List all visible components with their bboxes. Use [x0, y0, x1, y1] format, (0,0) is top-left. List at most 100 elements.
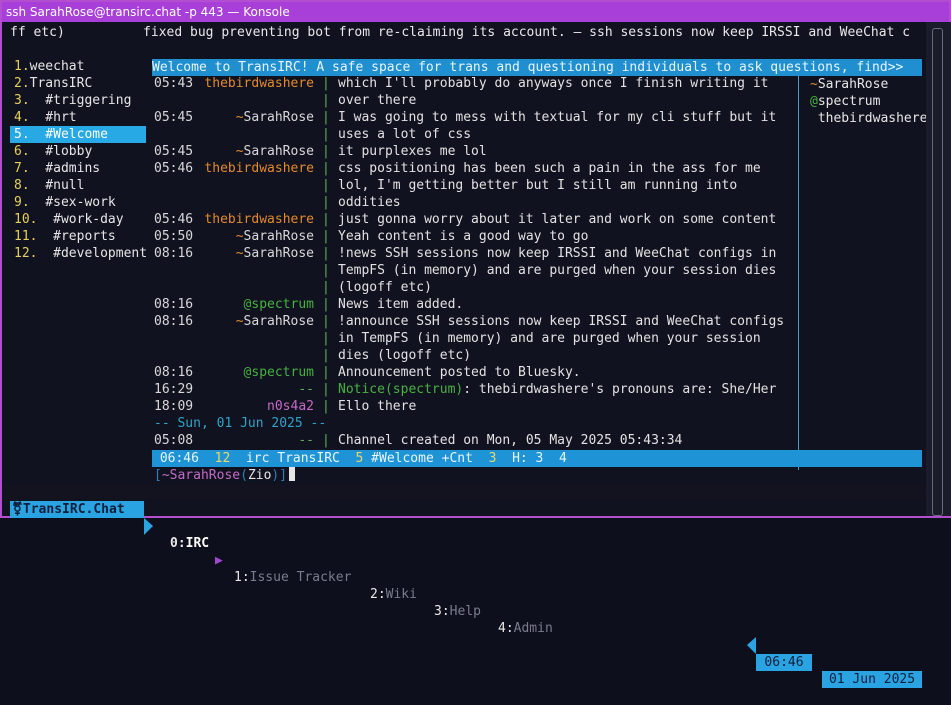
message-line: : thebirdwashere's pronouns are: She/Her [463, 382, 777, 397]
message-text: oddities [338, 195, 798, 210]
topic-scroll-line: ff etc) fixed bug preventing bot from re… [10, 25, 911, 40]
buffer-name: #reports [37, 229, 116, 244]
message-nick[interactable]: ~SarahRose [198, 246, 314, 261]
message-nick[interactable]: thebirdwashere [198, 161, 314, 176]
buffer-item-development[interactable]: 12. #development [10, 245, 148, 262]
message-nick[interactable]: -- [198, 433, 314, 448]
buffer-name: weechat [29, 59, 85, 74]
message-time: 05:46 [154, 212, 194, 227]
message-nick[interactable]: thebirdwashere [198, 76, 314, 91]
nick-name: SarahRose [243, 144, 314, 159]
current-window-marker-icon: ▶ [215, 553, 223, 568]
tmux-window-num: 4: [498, 621, 514, 636]
message-nick[interactable]: n0s4a2 [198, 399, 314, 414]
message-text: dies (logoff etc) [338, 348, 798, 363]
message-separator: | [322, 297, 330, 312]
nick-name: thebirdwashere [204, 161, 314, 176]
konsole-window: ssh SarahRose@transirc.chat -p 443 — Kon… [0, 0, 951, 688]
nick-prefix: ~ [235, 314, 244, 329]
tmux-window-name: Wiki [385, 587, 417, 602]
chat-message: 05:43 thebirdwashere | which I'll probably … [152, 76, 797, 110]
tmux-clock: 06:46 [756, 654, 812, 671]
buffer-item-work-day[interactable]: 10. #work-day [10, 211, 146, 228]
buffer-item-welcome[interactable]: 5. #Welcome [10, 126, 146, 143]
message-nick[interactable]: ~SarahRose [198, 229, 314, 244]
message-line: TempFS (in memory) and are purged when y… [338, 263, 777, 278]
message-nick[interactable]: thebirdwashere [198, 212, 314, 227]
message-line: in TempFS (in memory) and are purged whe… [338, 331, 761, 346]
message-nick[interactable]: ~SarahRose [198, 314, 314, 329]
message-separator: | [322, 382, 330, 397]
nick-name: SarahRose [243, 246, 314, 261]
message-time: 05:46 [154, 161, 194, 176]
message-nick[interactable]: ~SarahRose [198, 110, 314, 125]
message-text: Ello there [338, 399, 798, 414]
nick-prefix: @ [810, 94, 818, 109]
nick-name: -- [298, 382, 314, 397]
buffer-num: 10. [14, 212, 38, 227]
terminal-area[interactable]: ff etc) fixed bug preventing bot from re… [2, 22, 928, 688]
terminal-scrollbar[interactable] [926, 22, 951, 516]
chat-message: 18:09 n0s4a2 | Ello there [152, 399, 797, 416]
buffer-item-hrt[interactable]: 4. #hrt [10, 109, 146, 126]
message-separator: | [322, 110, 330, 125]
buffer-item-weechat[interactable]: 1.weechat [10, 58, 146, 75]
tmux-window-4[interactable]: 4:Admin [498, 620, 553, 637]
message-nick[interactable]: ~SarahRose [198, 144, 314, 159]
message-separator: | [322, 365, 330, 380]
buffer-item-lobby[interactable]: 6. #lobby [10, 143, 146, 160]
buffer-item-triggering[interactable]: 3. #triggering [10, 92, 146, 109]
buffer-item-sex-work[interactable]: 9. #sex-work [10, 194, 146, 211]
tmux-window-3[interactable]: 3:Help [434, 603, 481, 620]
buffer-name: #null [29, 178, 85, 193]
nicklist-divider [798, 76, 799, 470]
buffer-item-transirc[interactable]: 2.TransIRC [10, 75, 146, 92]
message-nick[interactable]: -- [198, 382, 314, 397]
message-separator: | [322, 144, 330, 159]
tmux-window-2[interactable]: 2:Wiki [370, 586, 417, 603]
buffer-name: #development [37, 246, 148, 261]
input-line[interactable]: [~SarahRose(Zio)] [154, 467, 296, 484]
input-bracket-close: )] [271, 468, 288, 483]
message-text: uses a lot of css [338, 127, 798, 142]
message-line: uses a lot of css [338, 127, 472, 142]
chat-message: 08:16 @spectrum | News item added. [152, 297, 797, 314]
buffer-item-reports[interactable]: 11. #reports [10, 228, 146, 245]
tmux-window-name: IRC [185, 536, 210, 551]
buffer-item-admins[interactable]: 7. #admins [10, 160, 146, 177]
message-line: it purplexes me lol [338, 144, 487, 159]
message-line: dies (logoff etc) [338, 348, 472, 363]
message-time: 05:08 [154, 433, 194, 448]
message-separator: | [322, 399, 330, 414]
nicklist-item[interactable]: @spectrum [810, 93, 922, 110]
tmux-date: 01 Jun 2025 [822, 671, 922, 688]
buffer-num: 3. [14, 93, 30, 108]
nick-name: SarahRose [243, 110, 314, 125]
nicklist-item[interactable]: ~SarahRose [810, 76, 922, 93]
buffer-item-null[interactable]: 8. #null [10, 177, 146, 194]
tmux-session-host[interactable]: ⚧TransIRC.Chat [10, 501, 144, 518]
message-text: just gonna worry about it later and work… [338, 212, 798, 227]
message-time: 08:16 [154, 246, 194, 261]
scrollbar-thumb[interactable] [932, 28, 943, 516]
message-separator: | [322, 348, 330, 363]
tmux-window-1[interactable]: 1:Issue Tracker [234, 569, 351, 586]
tmux-window-0[interactable]: 0:IRC [170, 535, 209, 552]
nicklist-item[interactable]: thebirdwashere [810, 110, 928, 127]
chat-message: 08:16 ~SarahRose | !announce SSH sessions n… [152, 314, 797, 365]
message-separator: | [322, 212, 330, 227]
buffer-name: #work-day [37, 212, 124, 227]
message-nick[interactable]: @spectrum [198, 297, 314, 312]
message-text: !announce SSH sessions now keep IRSSI an… [338, 314, 798, 329]
window-titlebar[interactable]: ssh SarahRose@transirc.chat -p 443 — Kon… [2, 2, 949, 22]
tmux-window-name: Admin [513, 621, 553, 636]
input-nick: ~SarahRose [161, 468, 241, 483]
message-nick[interactable]: @spectrum [198, 365, 314, 380]
message-line: Yeah content is a good way to go [338, 229, 589, 244]
message-text: lol, I'm getting better but I still am r… [338, 178, 798, 193]
chat-message: 05:45 ~SarahRose | it purplexes me lol [152, 144, 797, 161]
status-modes: +Cnt [441, 451, 473, 466]
tmux-window-num: 0: [170, 536, 186, 551]
nick-name: spectrum [251, 297, 314, 312]
message-line: Ello there [338, 399, 417, 414]
